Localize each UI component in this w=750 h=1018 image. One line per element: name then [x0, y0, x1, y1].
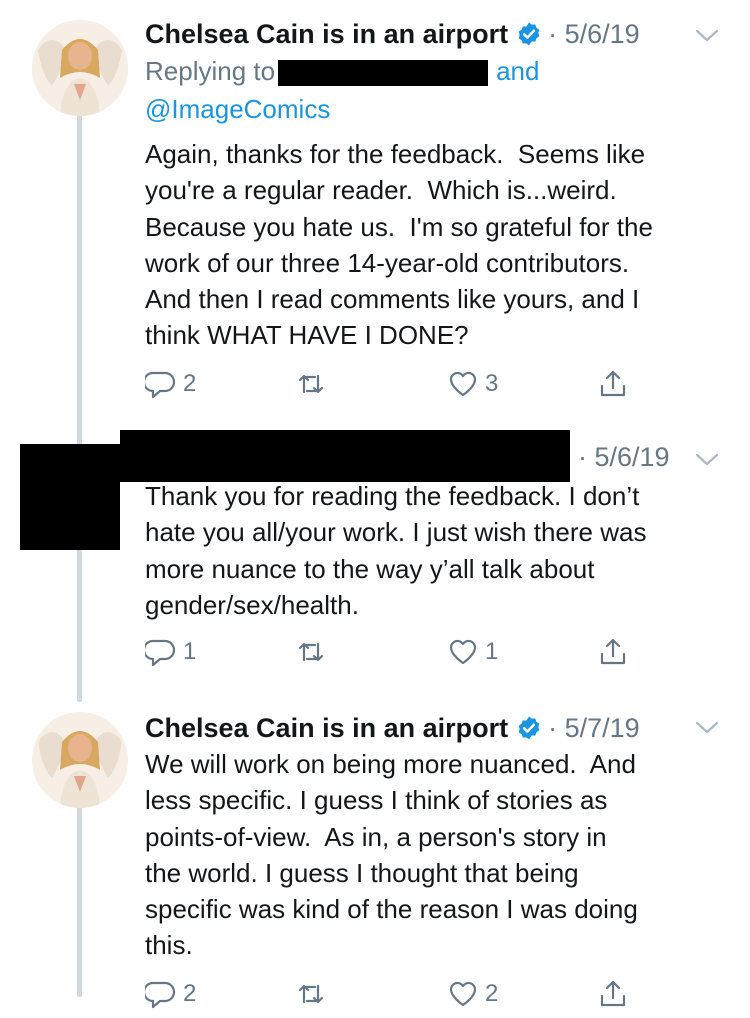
- reply-icon: [145, 371, 176, 399]
- replying-to: Replying to and @ImageComics: [145, 52, 539, 128]
- like-button[interactable]: 2: [447, 978, 498, 1010]
- reply-button[interactable]: 1: [145, 636, 196, 668]
- reply-button[interactable]: 2: [145, 368, 196, 400]
- avatar-image: [32, 712, 128, 808]
- retweet-icon: [298, 374, 324, 394]
- tweet-text: Again, thanks for the feedback. Seems li…: [145, 139, 653, 351]
- share-icon: [600, 370, 626, 397]
- redacted-author: [120, 430, 570, 482]
- display-name[interactable]: Chelsea Cain is in an airport: [145, 713, 508, 744]
- avatar[interactable]: [32, 20, 128, 116]
- like-count: 3: [485, 370, 499, 397]
- tweet[interactable]: Chelsea Cain is in an airport · 5/6/19 R…: [0, 14, 750, 414]
- retweet-icon: [298, 642, 324, 662]
- replying-to-label: Replying to: [145, 56, 276, 86]
- reply-icon: [145, 981, 176, 1009]
- reply-count: 2: [183, 370, 197, 397]
- tweet-date[interactable]: · 5/6/19: [578, 442, 670, 473]
- tweet[interactable]: · 5/6/19 Thank you for reading the feedb…: [0, 430, 750, 690]
- like-button[interactable]: 1: [447, 636, 498, 668]
- chevron-down-icon[interactable]: [694, 28, 720, 44]
- tweet-text: We will work on being more nuanced. And …: [145, 749, 638, 961]
- tweet-actions: 2 3: [145, 368, 645, 408]
- reply-count: 1: [183, 638, 197, 665]
- retweet-button[interactable]: [295, 636, 333, 668]
- retweet-button[interactable]: [295, 978, 333, 1010]
- tweet-actions: 1 1: [145, 636, 645, 676]
- tweet-date[interactable]: · 5/7/19: [548, 713, 640, 744]
- like-count: 2: [485, 980, 499, 1007]
- redacted-avatar: [20, 444, 120, 550]
- chevron-down-icon[interactable]: [694, 720, 720, 736]
- avatar-image: [32, 20, 128, 116]
- display-name[interactable]: Chelsea Cain is in an airport: [145, 19, 508, 50]
- tweet-date[interactable]: · 5/6/19: [548, 19, 640, 50]
- mention-link[interactable]: @ImageComics: [145, 94, 330, 124]
- retweet-icon: [298, 984, 324, 1004]
- like-icon: [449, 639, 477, 665]
- avatar[interactable]: [32, 712, 128, 808]
- tweet-text: Thank you for reading the feedback. I do…: [145, 481, 647, 620]
- share-icon: [600, 638, 626, 665]
- share-button[interactable]: [597, 368, 629, 400]
- verified-badge-icon: [518, 22, 540, 46]
- share-button[interactable]: [597, 978, 629, 1010]
- like-icon: [449, 371, 477, 397]
- retweet-button[interactable]: [295, 368, 333, 400]
- share-icon: [600, 980, 626, 1007]
- chevron-down-icon[interactable]: [694, 452, 720, 468]
- reply-button[interactable]: 2: [145, 978, 196, 1010]
- share-button[interactable]: [597, 636, 629, 668]
- tweet[interactable]: Chelsea Cain is in an airport · 5/7/19 W…: [0, 708, 750, 1009]
- verified-badge-icon: [518, 716, 540, 740]
- reply-icon: [145, 639, 176, 667]
- replying-and: and: [496, 56, 540, 86]
- like-button[interactable]: 3: [447, 368, 498, 400]
- redacted-handle: [278, 60, 489, 87]
- tweet-actions: 2 2: [145, 978, 645, 1018]
- like-count: 1: [485, 638, 499, 665]
- like-icon: [449, 981, 477, 1007]
- reply-count: 2: [183, 980, 197, 1007]
